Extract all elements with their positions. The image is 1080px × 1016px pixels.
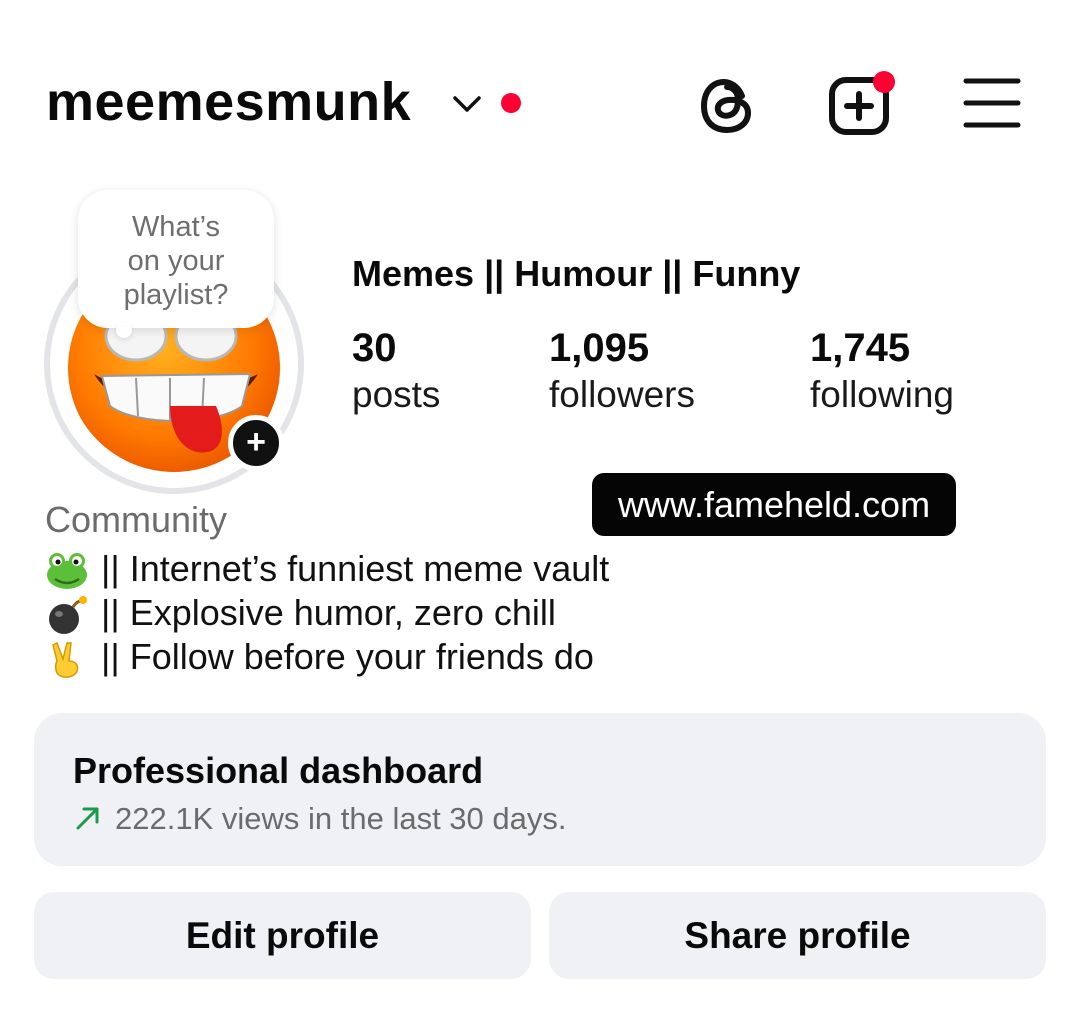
note-text-line: playlist? [123,279,229,311]
dashboard-title: Professional dashboard [73,750,484,791]
stat-following[interactable]: 1,745 following [810,324,954,418]
note-text-line: What’s [131,211,221,243]
threads-icon[interactable] [698,76,756,136]
stat-label: followers [549,374,695,415]
chevron-down-icon[interactable] [452,94,482,114]
notification-dot [501,93,521,113]
bio-line: || Internet’s funniest meme vault [45,547,609,591]
stat-label: following [810,374,954,415]
watermark-badge: www.fameheld.com [592,473,956,536]
hamburger-menu-icon[interactable] [962,76,1022,130]
username-title[interactable]: meemesmunk [46,70,411,134]
bio-line: || Follow before your friends do [45,635,594,679]
stat-label: posts [352,374,441,415]
bio-text: || Follow before your friends do [101,636,594,677]
display-name: Memes || Humour || Funny [352,253,801,294]
plus-icon: + [246,423,266,461]
share-profile-button[interactable]: Share profile [549,892,1046,979]
new-post-icon[interactable] [828,70,898,136]
profile-category: Community [45,499,228,540]
bio-text: || Explosive humor, zero chill [101,592,556,633]
stat-value: 1,745 [810,326,911,370]
note-bubble[interactable]: What’s on your playlist? [78,190,274,328]
stat-value: 30 [352,326,397,370]
bio-text: || Internet’s funniest meme vault [101,548,610,589]
dashboard-views-text: 222.1K views in the last 30 days. [115,801,567,836]
stat-value: 1,095 [549,326,650,370]
frog-emoji-icon [45,551,89,591]
add-story-button[interactable]: + [228,415,284,471]
stat-posts[interactable]: 30 posts [352,324,440,418]
edit-profile-button[interactable]: Edit profile [34,892,531,979]
bio-line: || Explosive humor, zero chill [45,591,556,635]
trend-up-arrow-icon [73,803,103,833]
note-tail [116,322,132,338]
victory-hand-emoji-icon [45,639,89,679]
bomb-emoji-icon [45,595,89,635]
stat-followers[interactable]: 1,095 followers [549,324,695,418]
note-text-line: on your [127,245,225,277]
dashboard-subtitle: 222.1K views in the last 30 days. [73,799,566,839]
